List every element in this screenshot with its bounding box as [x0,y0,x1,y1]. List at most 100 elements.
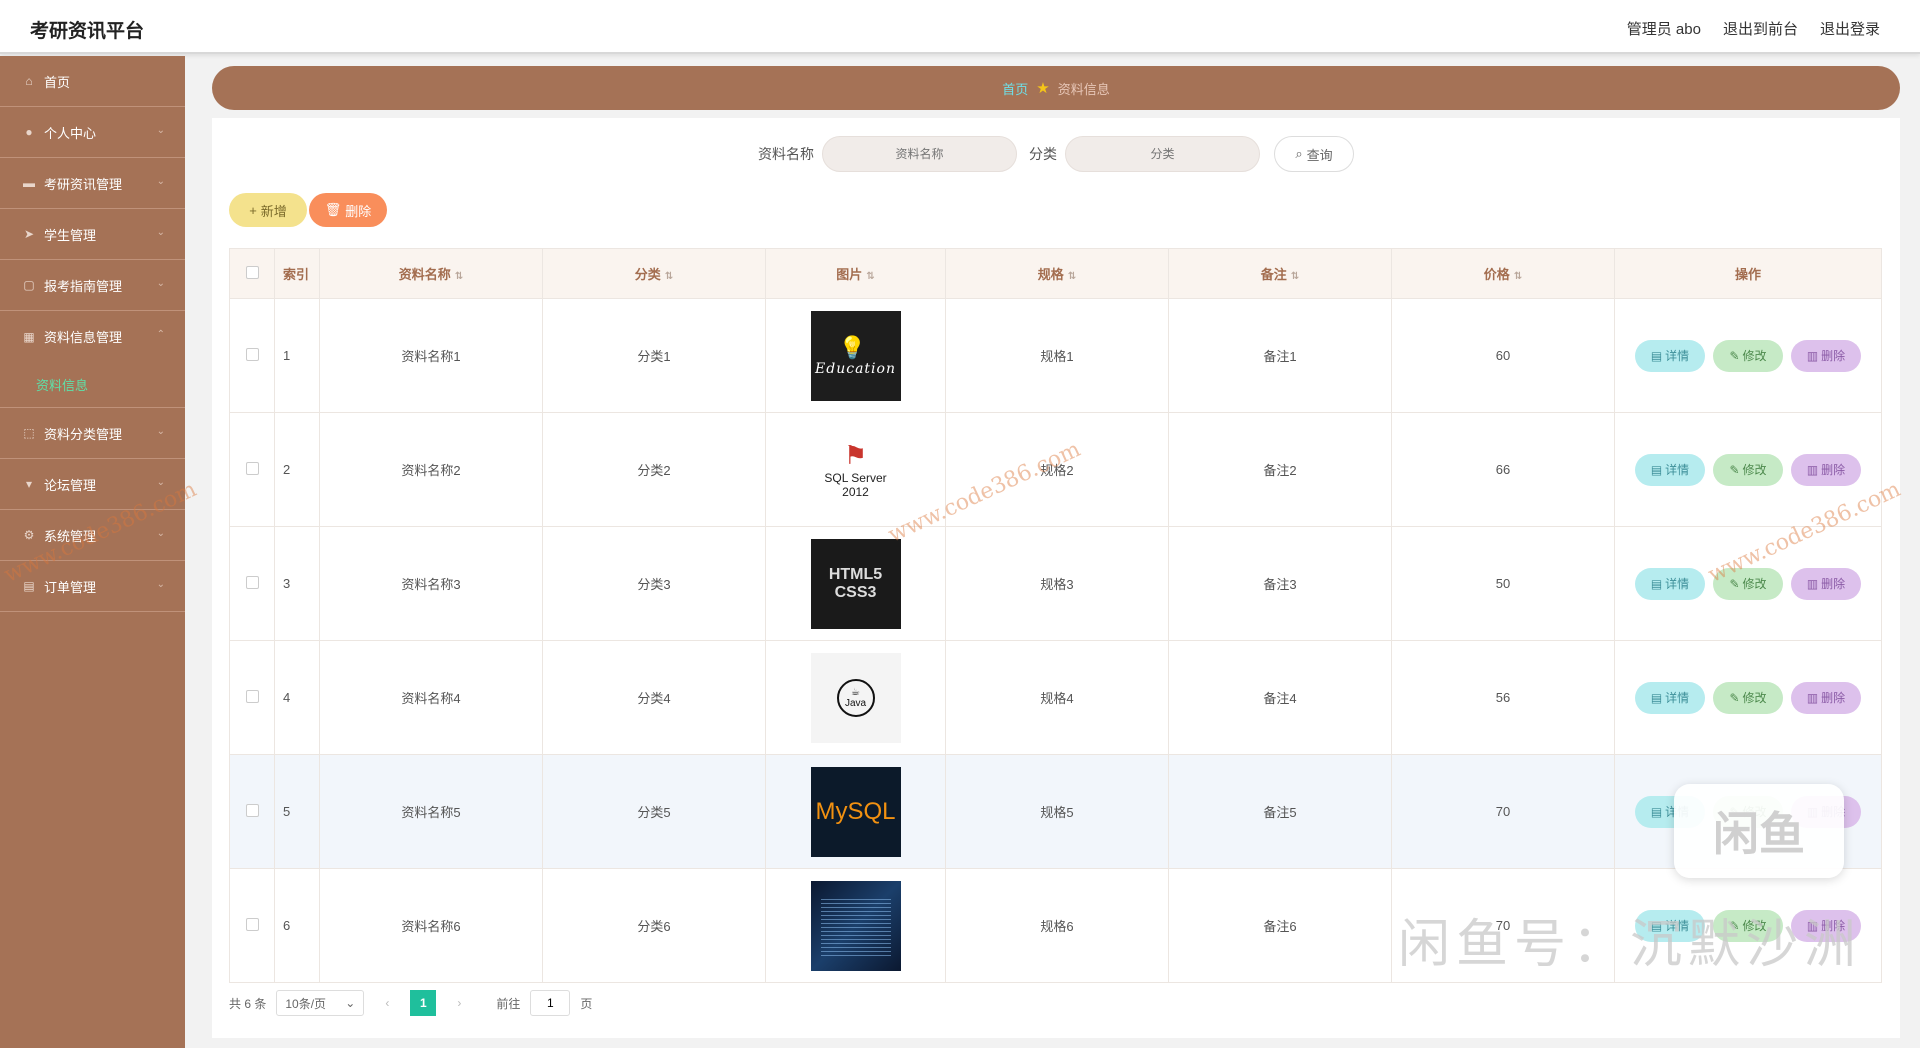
detail-button[interactable]: ▤ 详情 [1635,453,1705,486]
code-stream-thumbnail[interactable] [810,880,901,971]
col-image-label: 图片 [836,267,863,282]
sidebar-item-home[interactable]: ⌂ 首页 [0,56,185,107]
row-checkbox[interactable] [245,575,259,589]
category-search-input[interactable] [1065,136,1260,172]
html5-css3-thumbnail[interactable]: HTML5 CSS3 [810,538,901,629]
row-remark: 备注5 [1168,754,1392,869]
thumbnail-caption: HTML5 CSS3 [828,565,883,601]
row-image-cell: ☕ Java [765,640,946,755]
detail-button[interactable]: ▤ 详情 [1635,681,1705,714]
row-name: 资料名称5 [319,754,543,869]
delete-button[interactable]: ▥ 删除 [1791,567,1861,600]
col-name[interactable]: 资料名称 ⇅ [319,248,543,299]
logout-link[interactable]: 退出登录 [1820,18,1880,39]
row-remark: 备注2 [1168,412,1392,527]
java-logo-icon: ☕ Java [836,678,875,717]
col-price[interactable]: 价格 ⇅ [1391,248,1615,299]
row-category: 分类2 [542,412,766,527]
edit-button[interactable]: ✎ 修改 [1713,567,1783,600]
row-category: 分类3 [542,526,766,641]
sidebar: ⌂ 首页 ● 个人中心 ⌄ ▬ 考研资讯管理 ⌄ ➤ 学生管理 ⌄ ▢ 报考指南… [0,56,185,1048]
edit-button[interactable]: ✎ 修改 [1713,795,1783,828]
row-category: 分类6 [542,868,766,983]
row-ops: ▤ 详情 ✎ 修改 ▥ 删除 [1614,868,1882,983]
row-index: 2 [274,412,320,527]
prev-page-button[interactable]: ‹ [374,990,400,1016]
sidebar-item-label: 系统管理 [44,528,97,544]
name-search-input[interactable] [822,136,1017,172]
detail-button[interactable]: ▤ 详情 [1635,567,1705,600]
row-checkbox[interactable] [245,803,259,817]
delete-button[interactable]: ▥ 删除 [1791,795,1861,828]
trash-icon: ▥ [1806,576,1819,591]
sidebar-subitem-materials-info[interactable]: 资料信息 [0,362,185,408]
edit-button[interactable]: ✎ 修改 [1713,453,1783,486]
java-thumbnail[interactable]: ☕ Java [810,652,901,743]
mysql-thumbnail[interactable]: MySQL [810,766,901,857]
detail-button[interactable]: ▤ 详情 [1635,795,1705,828]
query-button[interactable]: ⌕ 查询 [1274,136,1354,172]
batch-delete-button[interactable]: 🗑 删除 [309,193,387,227]
table-row[interactable]: 4 资料名称4 分类4 ☕ Java 规格4 备注4 56 ▤ 详情 ✎ 修改 … [229,640,1882,755]
delete-button[interactable]: ▥ 删除 [1791,453,1861,486]
sidebar-item-profile[interactable]: ● 个人中心 ⌄ [0,107,185,158]
education-thumbnail[interactable]: 💡 Education [810,310,901,401]
detail-icon: ▤ [1650,918,1663,933]
table-row[interactable]: 3 资料名称3 分类3 HTML5 CSS3 规格3 备注3 50 ▤ 详情 ✎ 修… [229,526,1882,641]
table-row[interactable]: 6 资料名称6 分类6 规格6 备注6 70 ▤ 详情 ✎ 修改 ▥ 删除 [229,868,1882,983]
row-checkbox[interactable] [245,917,259,931]
table-row[interactable]: 5 资料名称5 分类5 MySQL 规格5 备注5 70 ▤ 详情 ✎ 修改 ▥ 删除 [229,754,1882,869]
delete-label: 删除 [1821,463,1846,477]
delete-button[interactable]: ▥ 删除 [1791,681,1861,714]
delete-button[interactable]: ▥ 删除 [1791,339,1861,372]
row-checkbox[interactable] [245,461,259,475]
sidebar-item-forum[interactable]: ▾ 论坛管理 ⌄ [0,459,185,510]
trash-icon: ▥ [1806,348,1819,363]
table-row[interactable]: 1 资料名称1 分类1 💡 Education 规格1 备注1 60 ▤ 详情 ✎… [229,298,1882,413]
sort-icon: ⇅ [664,271,674,282]
chevron-down-icon: ⌄ [156,579,165,590]
sidebar-item-students[interactable]: ➤ 学生管理 ⌄ [0,209,185,260]
table-row[interactable]: 2 资料名称2 分类2 ⚑ SQL Server 2012 规格2 备注2 66… [229,412,1882,527]
sidebar-item-categories[interactable]: ⬚ 资料分类管理 ⌄ [0,408,185,459]
detail-label: 详情 [1665,577,1690,591]
sidebar-item-materials[interactable]: ▦ 资料信息管理 ⌃ [0,311,185,362]
detail-button[interactable]: ▤ 详情 [1635,339,1705,372]
edit-button[interactable]: ✎ 修改 [1713,681,1783,714]
row-price: 66 [1391,412,1615,527]
add-button[interactable]: + 新增 [229,193,307,227]
sidebar-item-guide[interactable]: ▢ 报考指南管理 ⌄ [0,260,185,311]
row-category: 分类5 [542,754,766,869]
sidebar-item-orders[interactable]: ▤ 订单管理 ⌄ [0,561,185,612]
row-checkbox[interactable] [245,347,259,361]
select-all-checkbox[interactable] [245,265,259,279]
edit-button[interactable]: ✎ 修改 [1713,909,1783,942]
col-remark[interactable]: 备注 ⇅ [1168,248,1392,299]
goto-page-input[interactable] [530,990,571,1016]
edit-button[interactable]: ✎ 修改 [1713,339,1783,372]
col-image[interactable]: 图片 ⇅ [765,248,946,299]
page-number-button[interactable]: 1 [410,990,437,1016]
sidebar-item-system[interactable]: ⚙ 系统管理 ⌄ [0,510,185,561]
page-size-select[interactable]: 10条/页 ⌄ [276,990,365,1016]
delete-button[interactable]: ▥ 删除 [1791,909,1861,942]
row-index: 6 [274,868,320,983]
col-spec[interactable]: 规格 ⇅ [945,248,1169,299]
sidebar-item-news[interactable]: ▬ 考研资讯管理 ⌄ [0,158,185,209]
front-link[interactable]: 退出到前台 [1723,18,1798,39]
sidebar-item-label: 报考指南管理 [44,278,123,294]
col-category[interactable]: 分类 ⇅ [542,248,766,299]
row-image-cell: HTML5 CSS3 [765,526,946,641]
row-select-cell [229,526,275,641]
breadcrumb-home[interactable]: 首页 [1002,79,1028,98]
col-spec-label: 规格 [1037,267,1064,282]
search-bar: 资料名称 分类 ⌕ 查询 [212,136,1900,172]
chevron-up-icon: ⌃ [156,329,165,340]
row-category: 分类1 [542,298,766,413]
page-size-value: 10条/页 [285,996,327,1011]
sort-icon: ⇅ [454,271,464,282]
sql-server-thumbnail[interactable]: ⚑ SQL Server 2012 [810,424,901,515]
row-checkbox[interactable] [245,689,259,703]
next-page-button[interactable]: › [446,990,472,1016]
detail-button[interactable]: ▤ 详情 [1635,909,1705,942]
